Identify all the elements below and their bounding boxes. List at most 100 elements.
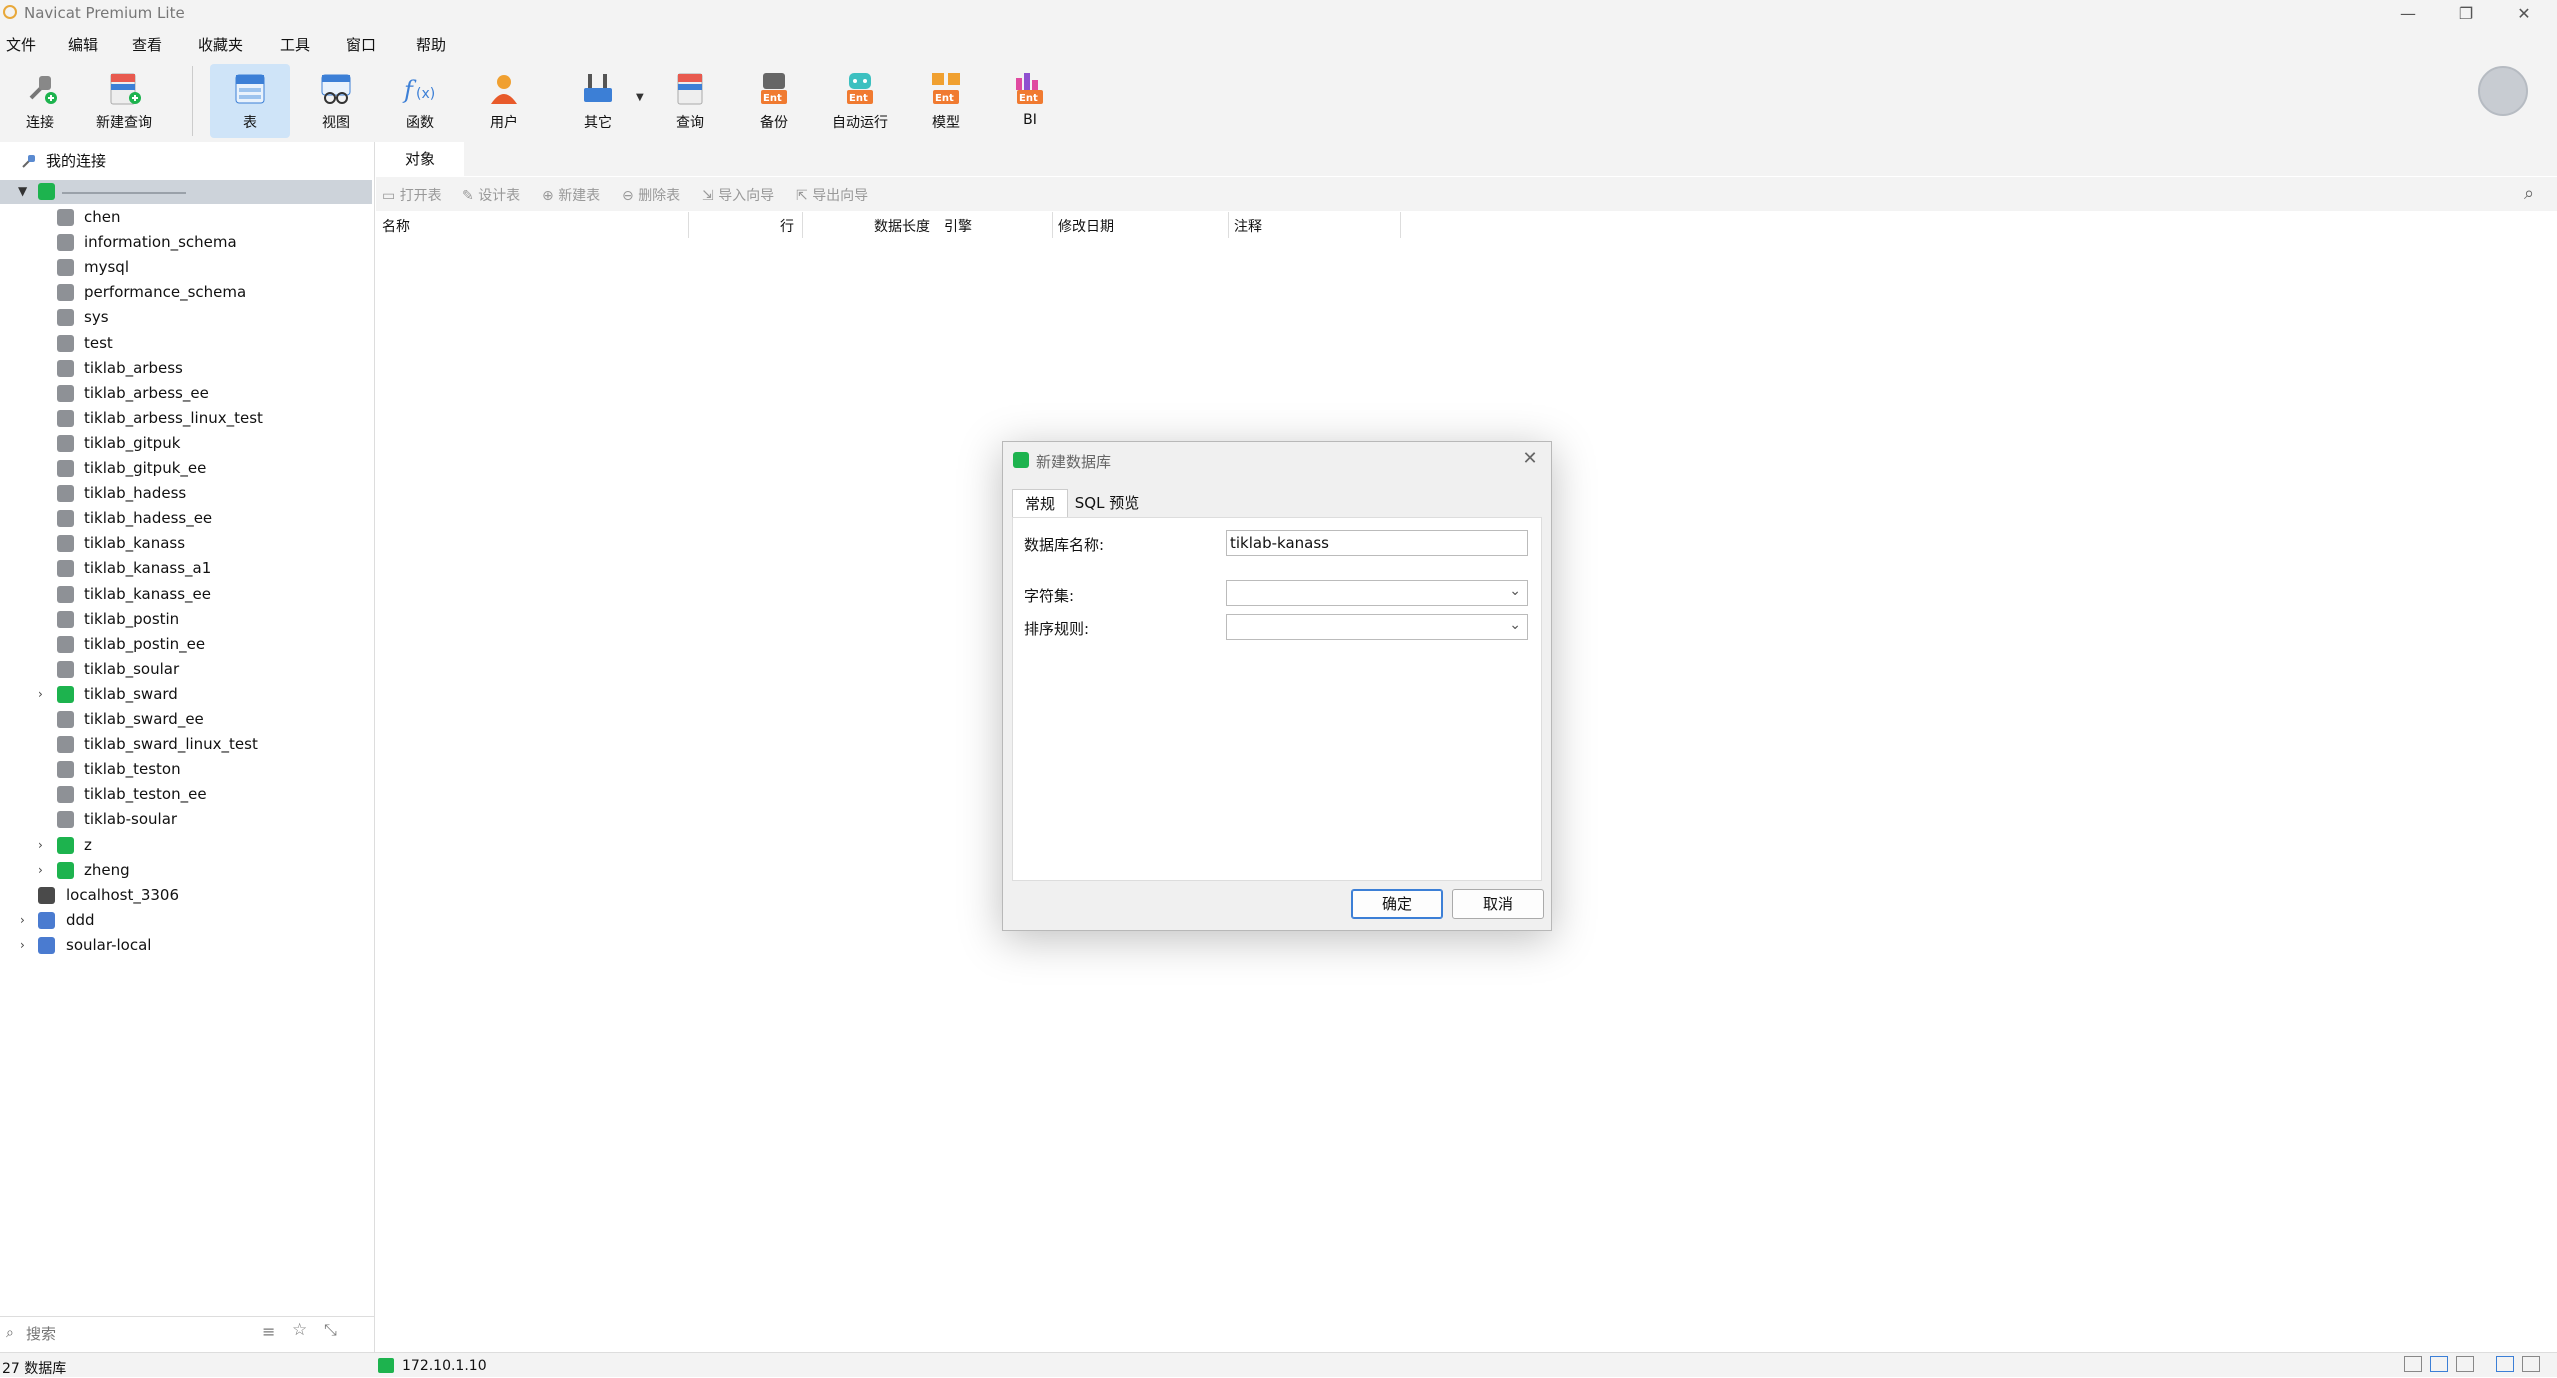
- database-row[interactable]: tiklab_arbess_linux_test: [0, 406, 372, 431]
- function-button[interactable]: f (x) 函数: [380, 64, 460, 138]
- menu-file[interactable]: 文件: [6, 34, 36, 55]
- database-row[interactable]: tiklab_sward_linux_test: [0, 732, 372, 757]
- database-row[interactable]: › zheng: [0, 858, 372, 883]
- column-modified-date[interactable]: 修改日期: [1058, 216, 1114, 236]
- database-row[interactable]: tiklab_soular: [0, 657, 372, 682]
- collation-select[interactable]: ⌄: [1226, 614, 1528, 640]
- database-row[interactable]: tiklab_kanass_a1: [0, 556, 372, 581]
- left-pane-toggle-icon[interactable]: [2496, 1356, 2514, 1372]
- restore-button[interactable]: ❐: [2446, 2, 2486, 26]
- query-button[interactable]: 查询: [650, 64, 730, 138]
- tab-objects[interactable]: 对象: [376, 142, 464, 176]
- database-row[interactable]: tiklab_postin_ee: [0, 632, 372, 657]
- menu-tools[interactable]: 工具: [280, 34, 310, 55]
- server-connection-icon: [38, 936, 55, 954]
- menu-edit[interactable]: 编辑: [68, 34, 98, 55]
- menu-favorites[interactable]: 收藏夹: [198, 34, 243, 55]
- auto-run-button[interactable]: Ent 自动运行: [820, 64, 900, 138]
- database-row[interactable]: tiklab_sward_ee: [0, 707, 372, 732]
- column-comment[interactable]: 注释: [1234, 216, 1262, 236]
- close-window-button[interactable]: ✕: [2504, 2, 2544, 26]
- database-name: tiklab_hadess_ee: [84, 509, 213, 528]
- menu-window[interactable]: 窗口: [346, 34, 376, 55]
- database-row[interactable]: tiklab_kanass_ee: [0, 582, 372, 607]
- menu-view[interactable]: 查看: [132, 34, 162, 55]
- my-connections-header[interactable]: 我的连接: [46, 150, 106, 171]
- column-data-length[interactable]: 数据长度: [874, 216, 930, 236]
- export-wizard-button[interactable]: ⇱ 导出向导: [796, 185, 868, 205]
- expand-chevron-icon[interactable]: ›: [20, 933, 34, 958]
- column-engine[interactable]: 引擎: [944, 216, 972, 236]
- ok-button[interactable]: 确定: [1351, 889, 1443, 919]
- database-row[interactable]: tiklab_kanass: [0, 531, 372, 556]
- database-row[interactable]: information_schema: [0, 230, 372, 255]
- database-icon: [57, 761, 74, 779]
- filter-icon[interactable]: ≡: [262, 1322, 275, 1341]
- database-row[interactable]: tiklab_arbess: [0, 356, 372, 381]
- database-row[interactable]: › tiklab_sward: [0, 682, 372, 707]
- list-view-icon[interactable]: [2430, 1356, 2448, 1372]
- column-rows[interactable]: 行: [780, 216, 794, 236]
- tab-sql-preview[interactable]: SQL 预览: [1070, 489, 1144, 517]
- database-row[interactable]: tiklab_gitpuk: [0, 431, 372, 456]
- minimize-button[interactable]: —: [2388, 2, 2428, 26]
- user-avatar[interactable]: [2478, 66, 2528, 116]
- expand-chevron-icon[interactable]: ›: [20, 908, 34, 933]
- database-row[interactable]: tiklab_teston: [0, 757, 372, 782]
- expand-chevron-icon[interactable]: ›: [38, 682, 52, 707]
- database-row[interactable]: tiklab_hadess_ee: [0, 506, 372, 531]
- view-button[interactable]: 视图: [296, 64, 376, 138]
- connect-button[interactable]: 连接: [0, 64, 80, 138]
- status-connection-icon: [378, 1358, 394, 1373]
- object-search-icon[interactable]: ⌕: [2524, 183, 2534, 204]
- bi-button[interactable]: Ent BI: [990, 64, 1070, 138]
- selected-connection-row[interactable]: [0, 180, 372, 204]
- new-query-button[interactable]: 新建查询: [84, 64, 164, 138]
- database-row[interactable]: performance_schema: [0, 280, 372, 305]
- open-table-button[interactable]: ▭ 打开表: [382, 185, 442, 205]
- connection-row[interactable]: localhost_3306: [0, 883, 372, 908]
- expand-chevron-icon[interactable]: ›: [38, 858, 52, 883]
- database-row[interactable]: › z: [0, 833, 372, 858]
- table-button[interactable]: 表: [210, 64, 290, 138]
- collapse-all-icon[interactable]: ⤡: [324, 1320, 337, 1340]
- connection-row[interactable]: › soular-local: [0, 933, 372, 958]
- star-icon[interactable]: ☆: [292, 1320, 307, 1340]
- database-row[interactable]: tiklab_arbess_ee: [0, 381, 372, 406]
- column-name[interactable]: 名称: [382, 216, 410, 236]
- tree-search-input[interactable]: [24, 1322, 248, 1346]
- connection-row[interactable]: › ddd: [0, 908, 372, 933]
- dialog-close-icon[interactable]: ✕: [1520, 448, 1540, 469]
- other-button[interactable]: 其它: [558, 64, 638, 138]
- model-button[interactable]: Ent 模型: [906, 64, 986, 138]
- tab-general[interactable]: 常规: [1012, 489, 1068, 518]
- database-row[interactable]: tiklab_gitpuk_ee: [0, 456, 372, 481]
- import-wizard-button[interactable]: ⇲ 导入向导: [702, 185, 774, 205]
- design-table-button[interactable]: ✎ 设计表: [462, 185, 520, 205]
- database-row[interactable]: tiklab_teston_ee: [0, 782, 372, 807]
- database-row[interactable]: tiklab_hadess: [0, 481, 372, 506]
- backup-button[interactable]: Ent 备份: [734, 64, 814, 138]
- grid-view-icon[interactable]: [2404, 1356, 2422, 1372]
- new-table-button[interactable]: ⊕ 新建表: [542, 185, 600, 205]
- database-row[interactable]: chen: [0, 205, 372, 230]
- charset-select[interactable]: ⌄: [1226, 580, 1528, 606]
- expand-chevron-icon[interactable]: ›: [38, 833, 52, 858]
- other-dropdown-icon[interactable]: ▼: [636, 92, 644, 103]
- delete-table-button[interactable]: ⊖ 删除表: [622, 185, 680, 205]
- collation-label: 排序规则:: [1024, 620, 1090, 638]
- user-button[interactable]: 用户: [464, 64, 544, 138]
- database-row[interactable]: tiklab-soular: [0, 807, 372, 832]
- database-row[interactable]: test: [0, 331, 372, 356]
- database-row[interactable]: tiklab_postin: [0, 607, 372, 632]
- glasses-icon: [321, 74, 351, 104]
- connection-name: localhost_3306: [66, 885, 180, 904]
- database-row[interactable]: mysql: [0, 255, 372, 280]
- right-pane-toggle-icon[interactable]: [2522, 1356, 2540, 1372]
- database-name-input[interactable]: tiklab-kanass: [1226, 530, 1528, 556]
- menu-help[interactable]: 帮助: [416, 34, 446, 55]
- detail-view-icon[interactable]: [2456, 1356, 2474, 1372]
- collapse-chevron-icon[interactable]: ▼: [18, 184, 27, 198]
- database-row[interactable]: sys: [0, 305, 372, 330]
- cancel-button[interactable]: 取消: [1452, 889, 1544, 919]
